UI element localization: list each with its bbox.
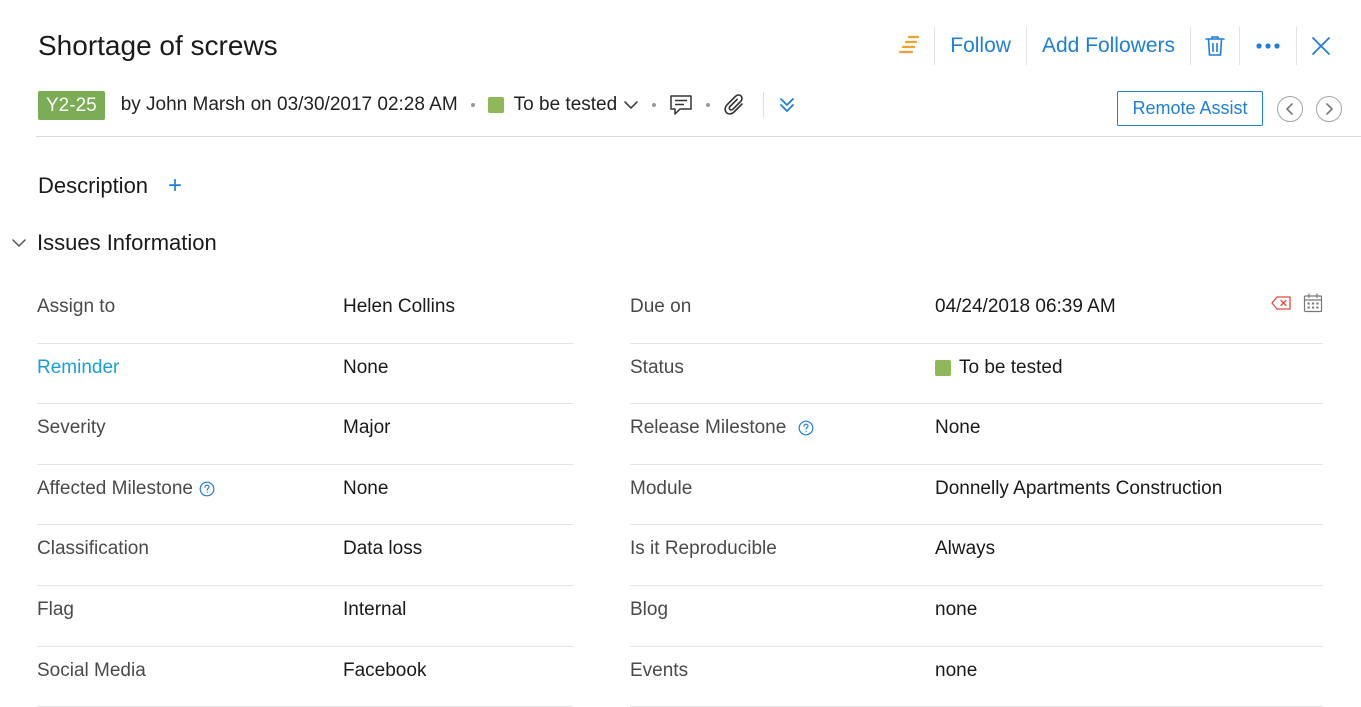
reminder-link[interactable]: Reminder [37, 357, 119, 379]
status-dropdown[interactable]: To be tested [487, 94, 640, 116]
separator-dot [706, 103, 711, 107]
field-row-status: Status To be tested [630, 344, 1323, 405]
field-row-classification: Classification Data loss [37, 525, 573, 586]
clear-icon[interactable] [1271, 296, 1291, 310]
events-value[interactable]: none [935, 660, 977, 682]
field-row-module: Module Donnelly Apartments Construction [630, 465, 1323, 526]
collapse-chevron-icon[interactable] [10, 234, 28, 252]
classification-value[interactable]: Data loss [343, 538, 422, 560]
issue-byline: by John Marsh on 03/30/2017 02:28 AM [120, 94, 458, 115]
due-on-value[interactable]: 04/24/2018 06:39 AM [935, 296, 1116, 318]
comment-icon[interactable] [669, 94, 693, 116]
fields-left-column: Assign to Helen Collins Reminder None Se… [37, 283, 573, 707]
previous-issue-button[interactable] [1277, 96, 1303, 122]
assign-to-value[interactable]: Helen Collins [343, 296, 455, 318]
next-issue-button[interactable] [1316, 96, 1342, 122]
trash-icon[interactable] [1191, 26, 1239, 66]
field-label: Social Media [37, 659, 146, 681]
blog-value[interactable]: none [935, 599, 977, 621]
release-milestone-value[interactable]: None [935, 417, 980, 439]
field-label: Assign to [37, 296, 116, 317]
field-row-release-milestone: Release Milestone None [630, 404, 1323, 465]
calendar-icon[interactable] [1303, 293, 1323, 313]
separator-dot [470, 103, 475, 107]
field-label: Events [630, 659, 689, 681]
issue-title: Shortage of screws [38, 30, 278, 61]
field-label-wrap: Release Milestone [630, 417, 814, 439]
field-row-due-on: Due on 04/24/2018 06:39 AM [630, 283, 1323, 344]
add-description-button[interactable]: + [168, 174, 182, 198]
status-color-icon [935, 359, 951, 376]
field-row-blog: Blog none [630, 586, 1323, 647]
field-label-wrap: Affected Milestone [37, 478, 215, 500]
field-label: Affected Milestone [37, 477, 193, 499]
field-row-reminder: Reminder None [37, 344, 573, 405]
chevron-down-icon [623, 100, 639, 110]
field-row-reproducible: Is it Reproducible Always [630, 525, 1323, 586]
due-on-actions [1271, 293, 1323, 313]
remote-assist-button[interactable]: Remote Assist [1117, 91, 1263, 126]
field-label: Due on [630, 296, 692, 317]
fields-right-column: Due on 04/24/2018 06:39 AM Status To be … [630, 283, 1323, 707]
close-icon[interactable] [1297, 26, 1345, 66]
field-label: Blog [630, 598, 669, 620]
issues-information-title: Issues Information [37, 230, 217, 255]
chevron-right-icon [1326, 103, 1333, 115]
header-divider [36, 136, 1361, 137]
field-label: Status [630, 356, 684, 378]
issue-id-badge: Y2-25 [38, 90, 105, 120]
field-label: Classification [37, 538, 149, 560]
issues-information-header[interactable]: Issues Information [10, 230, 217, 256]
issue-meta: Y2-25 by John Marsh on 03/30/2017 02:28 … [38, 90, 796, 120]
field-label: Module [630, 477, 693, 499]
priority-icon[interactable] [884, 26, 934, 66]
field-row-flag: Flag Internal [37, 586, 573, 647]
field-row-social-media: Social Media Facebook [37, 647, 573, 707]
status-color-icon [487, 97, 504, 113]
separator-dot [652, 103, 657, 107]
divider [763, 92, 765, 118]
help-circle-icon[interactable] [798, 420, 814, 436]
description-title: Description [38, 173, 149, 198]
double-chevron-down-icon[interactable] [778, 96, 796, 114]
status-field[interactable]: To be tested [935, 357, 1063, 379]
field-label: Release Milestone [630, 417, 787, 439]
affected-milestone-value[interactable]: None [343, 478, 388, 500]
paperclip-icon[interactable] [723, 93, 747, 117]
reproducible-value[interactable]: Always [935, 538, 995, 560]
field-label: Is it Reproducible [630, 538, 777, 560]
top-actions: Follow Add Followers [884, 26, 1345, 66]
flag-value[interactable]: Internal [343, 599, 406, 621]
field-row-events: Events none [630, 647, 1323, 707]
module-value[interactable]: Donnelly Apartments Construction [935, 478, 1222, 500]
help-circle-icon[interactable] [199, 481, 215, 497]
more-dots-icon[interactable] [1240, 26, 1296, 66]
field-label: Severity [37, 417, 106, 439]
status-value: To be tested [959, 356, 1063, 378]
field-row-affected-milestone: Affected Milestone None [37, 465, 573, 526]
severity-value[interactable]: Major [343, 417, 391, 439]
field-row-assign-to: Assign to Helen Collins [37, 283, 573, 344]
social-media-value[interactable]: Facebook [343, 660, 426, 682]
field-row-severity: Severity Major [37, 404, 573, 465]
reminder-value[interactable]: None [343, 357, 388, 379]
status-label: To be tested [513, 94, 618, 115]
follow-button[interactable]: Follow [935, 26, 1026, 66]
chevron-left-icon [1286, 103, 1293, 115]
description-section: Description + [38, 173, 182, 199]
field-label: Flag [37, 598, 74, 620]
add-followers-button[interactable]: Add Followers [1027, 26, 1190, 66]
